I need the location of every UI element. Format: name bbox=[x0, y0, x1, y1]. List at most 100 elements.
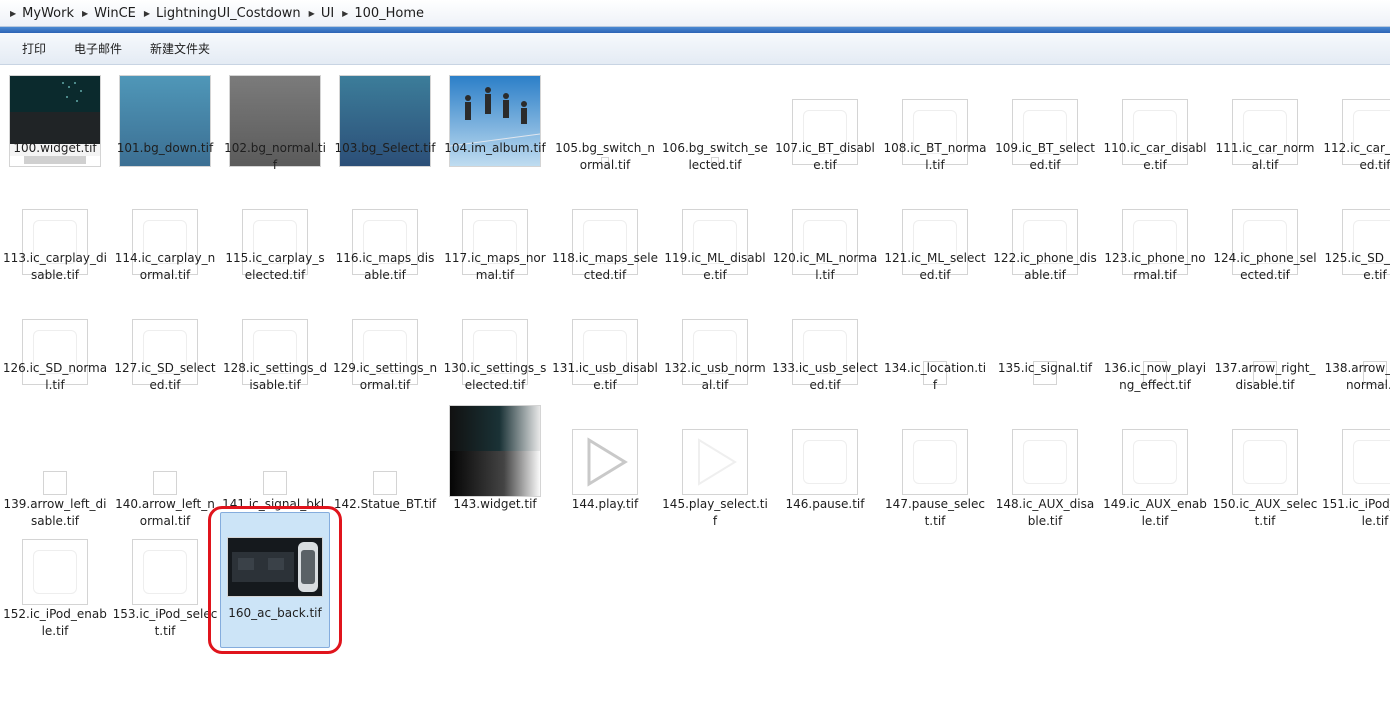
file-item[interactable]: 105.bg_switch_normal.tif bbox=[550, 72, 660, 182]
file-name: 151.ic_iPod_disable.tif bbox=[1322, 497, 1390, 528]
file-item[interactable]: 126.ic_SD_normal.tif bbox=[0, 292, 110, 402]
file-name: 153.ic_iPod_select.tif bbox=[112, 607, 218, 638]
file-name: 137.arrow_right_disable.tif bbox=[1214, 361, 1316, 392]
faint-icon-outline bbox=[1023, 440, 1067, 484]
command-bar: 打印 电子邮件 新建文件夹 bbox=[0, 33, 1390, 65]
file-item[interactable]: 151.ic_iPod_disable.tif bbox=[1320, 402, 1390, 538]
file-item[interactable]: 152.ic_iPod_enable.tif bbox=[0, 512, 110, 648]
print-button[interactable]: 打印 bbox=[12, 37, 56, 60]
breadcrumb-item-lightningui[interactable]: ▶ LightningUI_Costdown bbox=[140, 2, 305, 24]
file-name: 150.ic_AUX_select.tif bbox=[1212, 497, 1318, 528]
file-item[interactable]: 145.play_select.tif bbox=[660, 402, 770, 538]
file-item[interactable]: 110.ic_car_disable.tif bbox=[1100, 72, 1210, 182]
file-thumbnail bbox=[792, 429, 858, 495]
file-item[interactable]: 148.ic_AUX_disable.tif bbox=[990, 402, 1100, 538]
file-item[interactable]: 115.ic_carplay_selected.tif bbox=[220, 182, 330, 292]
file-item[interactable]: 135.ic_signal.tif bbox=[990, 292, 1100, 402]
file-name: 100.widget.tif bbox=[13, 141, 97, 155]
file-name: 142.Statue_BT.tif bbox=[333, 497, 437, 511]
file-thumbnail bbox=[1342, 429, 1390, 495]
file-item[interactable]: 112.ic_car_selected.tif bbox=[1320, 72, 1390, 182]
file-name: 138.arrow_right_normal.tif bbox=[1324, 361, 1390, 392]
file-item[interactable]: 134.ic_location.tif bbox=[880, 292, 990, 402]
file-item[interactable]: 124.ic_phone_selected.tif bbox=[1210, 182, 1320, 292]
file-item[interactable]: 104.im_album.tif bbox=[440, 72, 550, 182]
file-thumbnail bbox=[902, 429, 968, 495]
file-view[interactable]: 100.widget.tif 101.bg_down.tif 102.bg_norm… bbox=[0, 66, 1390, 706]
file-item[interactable]: 117.ic_maps_normal.tif bbox=[440, 182, 550, 292]
file-item[interactable]: 125.ic_SD_disable.tif bbox=[1320, 182, 1390, 292]
file-item[interactable]: 138.arrow_right_normal.tif bbox=[1320, 292, 1390, 402]
file-name: 131.ic_usb_disable.tif bbox=[552, 361, 658, 392]
file-item[interactable]: 147.pause_select.tif bbox=[880, 402, 990, 538]
faint-icon-outline bbox=[33, 550, 77, 594]
file-name: 103.bg_Select.tif bbox=[334, 141, 436, 155]
file-item[interactable]: 150.ic_AUX_select.tif bbox=[1210, 402, 1320, 538]
file-item[interactable]: 123.ic_phone_normal.tif bbox=[1100, 182, 1210, 292]
file-thumbnail bbox=[1232, 429, 1298, 495]
file-item[interactable]: 146.pause.tif bbox=[770, 402, 880, 538]
file-item[interactable]: 130.ic_settings_selected.tif bbox=[440, 292, 550, 402]
file-name: 121.ic_ML_selected.tif bbox=[884, 251, 986, 282]
file-item[interactable]: 121.ic_ML_selected.tif bbox=[880, 182, 990, 292]
file-item[interactable]: 133.ic_usb_selected.tif bbox=[770, 292, 880, 402]
file-item[interactable]: 119.ic_ML_disable.tif bbox=[660, 182, 770, 292]
file-item[interactable]: 149.ic_AUX_enable.tif bbox=[1100, 402, 1210, 538]
file-thumbnail bbox=[263, 471, 287, 495]
file-name: 111.ic_car_normal.tif bbox=[1215, 141, 1315, 172]
file-item[interactable]: 122.ic_phone_disable.tif bbox=[990, 182, 1100, 292]
file-item[interactable]: 129.ic_settings_normal.tif bbox=[330, 292, 440, 402]
chevron-right-icon: ▶ bbox=[10, 8, 17, 18]
file-item[interactable]: 132.ic_usb_normal.tif bbox=[660, 292, 770, 402]
file-item[interactable]: 144.play.tif bbox=[550, 402, 660, 538]
file-item[interactable]: 107.ic_BT_disable.tif bbox=[770, 72, 880, 182]
file-item[interactable]: 113.ic_carplay_disable.tif bbox=[0, 182, 110, 292]
breadcrumb-item-100-home[interactable]: ▶ 100_Home bbox=[338, 2, 428, 24]
file-item[interactable]: 153.ic_iPod_select.tif bbox=[110, 512, 220, 648]
file-name: 127.ic_SD_selected.tif bbox=[114, 361, 216, 392]
file-item[interactable]: 103.bg_Select.tif bbox=[330, 72, 440, 182]
faint-icon-outline bbox=[143, 550, 187, 594]
address-bar[interactable]: ▶ MyWork ▶ WinCE ▶ LightningUI_Costdown ▶ UI… bbox=[0, 0, 1390, 27]
file-item[interactable]: 101.bg_down.tif bbox=[110, 72, 220, 182]
file-item[interactable]: 114.ic_carplay_normal.tif bbox=[110, 182, 220, 292]
new-folder-button[interactable]: 新建文件夹 bbox=[140, 37, 220, 60]
file-item[interactable]: 128.ic_settings_disable.tif bbox=[220, 292, 330, 402]
file-name: 124.ic_phone_selected.tif bbox=[1213, 251, 1317, 282]
file-item-selected[interactable]: 160_ac_back.tif bbox=[220, 512, 330, 648]
file-item[interactable]: 108.ic_BT_normal.tif bbox=[880, 72, 990, 182]
file-name: 145.play_select.tif bbox=[662, 497, 768, 528]
file-item[interactable]: 116.ic_maps_disable.tif bbox=[330, 182, 440, 292]
file-name: 107.ic_BT_disable.tif bbox=[775, 141, 875, 172]
file-thumbnail bbox=[373, 471, 397, 495]
file-name: 132.ic_usb_normal.tif bbox=[664, 361, 766, 392]
file-name: 105.bg_switch_normal.tif bbox=[555, 141, 655, 172]
file-name: 148.ic_AUX_disable.tif bbox=[995, 497, 1095, 528]
file-name: 134.ic_location.tif bbox=[883, 361, 987, 392]
file-item[interactable]: 137.arrow_right_disable.tif bbox=[1210, 292, 1320, 402]
file-item[interactable]: 118.ic_maps_selected.tif bbox=[550, 182, 660, 292]
file-name: 117.ic_maps_normal.tif bbox=[444, 251, 546, 282]
file-item[interactable]: 100.widget.tif bbox=[0, 72, 110, 182]
file-item[interactable]: 120.ic_ML_normal.tif bbox=[770, 182, 880, 292]
breadcrumb-item-ui[interactable]: ▶ UI bbox=[305, 2, 339, 24]
file-item[interactable]: 142.Statue_BT.tif bbox=[330, 402, 440, 538]
file-name: 128.ic_settings_disable.tif bbox=[222, 361, 328, 392]
file-item[interactable]: 143.widget.tif bbox=[440, 402, 550, 538]
file-item[interactable]: 109.ic_BT_selected.tif bbox=[990, 72, 1100, 182]
file-item[interactable]: 136.ic_now_playing_effect.tif bbox=[1100, 292, 1210, 402]
file-item[interactable]: 102.bg_normal.tif bbox=[220, 72, 330, 182]
file-thumbnail bbox=[449, 405, 541, 497]
file-item[interactable]: 111.ic_car_normal.tif bbox=[1210, 72, 1320, 182]
file-name: 126.ic_SD_normal.tif bbox=[2, 361, 108, 392]
file-item[interactable]: 127.ic_SD_selected.tif bbox=[110, 292, 220, 402]
breadcrumb-item-wince[interactable]: ▶ WinCE bbox=[78, 2, 140, 24]
file-name: 160_ac_back.tif bbox=[228, 606, 322, 620]
file-item[interactable]: 131.ic_usb_disable.tif bbox=[550, 292, 660, 402]
file-thumbnail bbox=[1122, 429, 1188, 495]
file-item[interactable]: 106.bg_switch_selected.tif bbox=[660, 72, 770, 182]
breadcrumb-item-mywork[interactable]: ▶ MyWork bbox=[6, 2, 78, 24]
email-button[interactable]: 电子邮件 bbox=[64, 37, 132, 60]
file-name: 129.ic_settings_normal.tif bbox=[332, 361, 438, 392]
faint-icon-outline bbox=[803, 440, 847, 484]
